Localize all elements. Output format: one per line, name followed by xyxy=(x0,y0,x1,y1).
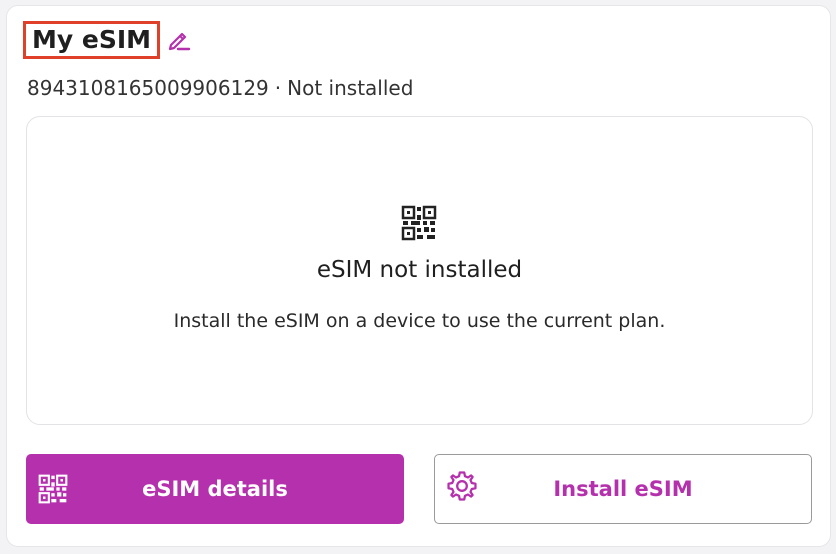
install-status-panel: eSIM not installed Install the eSIM on a… xyxy=(26,116,813,425)
qr-code-icon xyxy=(401,205,437,245)
esim-details-button[interactable]: eSIM details xyxy=(26,454,404,524)
status-title: eSIM not installed xyxy=(316,257,523,283)
status-description: Install the eSIM on a device to use the … xyxy=(173,310,666,332)
subtitle-separator: · xyxy=(274,76,282,100)
pencil-edit-icon[interactable] xyxy=(166,27,192,53)
iccid-number: 8943108165009906129 xyxy=(27,76,269,100)
install-esim-label: Install eSIM xyxy=(553,477,693,501)
esim-details-label: eSIM details xyxy=(142,477,288,501)
esim-title: My eSIM xyxy=(23,21,161,59)
qr-code-icon xyxy=(38,474,68,509)
esim-subtitle: 8943108165009906129 · Not installed xyxy=(27,76,413,100)
title-row: My eSIM xyxy=(23,21,192,59)
esim-card: My eSIM 8943108165009906129 · Not installe… xyxy=(6,5,831,547)
gear-icon xyxy=(445,469,479,508)
install-esim-button[interactable]: Install eSIM xyxy=(434,454,812,524)
install-state: Not installed xyxy=(287,76,414,100)
